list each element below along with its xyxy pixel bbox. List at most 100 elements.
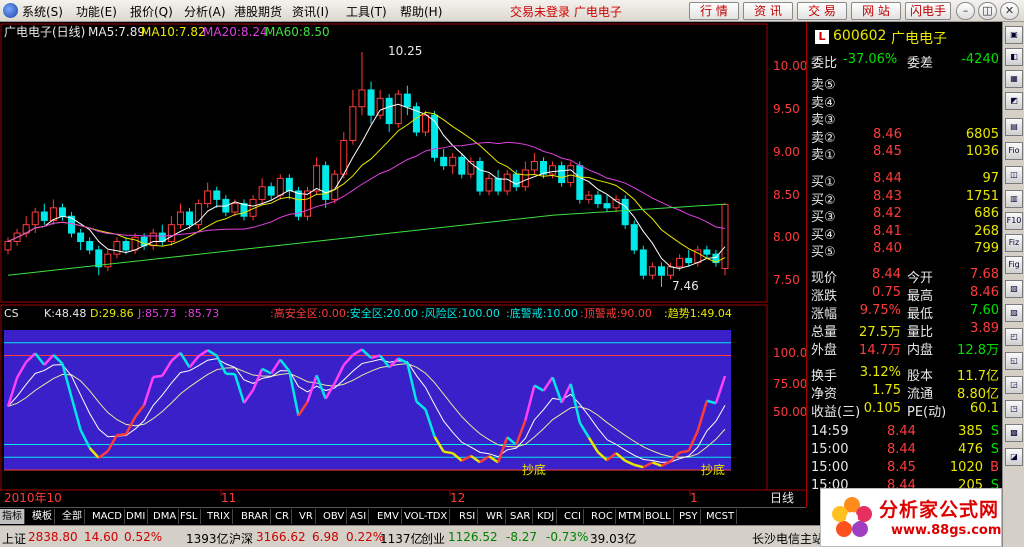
toolbar-button[interactable]: ▤ <box>1005 118 1023 136</box>
candle <box>421 114 429 133</box>
sh-index-value: 2838.80 <box>28 530 78 544</box>
tab-mcst[interactable]: MCST <box>704 509 738 524</box>
buy-volume: 686 <box>974 206 999 221</box>
toolbar-button[interactable]: ▩ <box>1005 424 1023 442</box>
candle <box>385 97 393 125</box>
tab-emv[interactable]: EMV <box>375 509 402 524</box>
toolbar-button[interactable]: ◪ <box>1005 448 1023 466</box>
menu-analysis[interactable]: 分析(A) <box>184 3 226 20</box>
stat-row: 总量 27.5万 量比 3.89 <box>807 321 1003 340</box>
kline-chart[interactable]: 广电电子(日线) MA5:7.89 MA10:7.82 MA20:8.24 MA… <box>0 22 806 507</box>
info-button[interactable]: 资 讯 <box>743 2 793 20</box>
menu-tools[interactable]: 工具(T) <box>346 3 387 20</box>
tab-vol-tdx[interactable]: VOL-TDX <box>402 509 451 524</box>
stat-value: 11.7亿 <box>957 369 999 384</box>
menu-quote[interactable]: 报价(Q) <box>130 3 173 20</box>
tab-sar[interactable]: SAR <box>508 509 534 524</box>
tick-price: 8.44 <box>887 424 916 439</box>
tab-psy[interactable]: PSY <box>677 509 701 524</box>
toolbar-button[interactable]: ▨ <box>1005 304 1023 322</box>
candle <box>122 241 130 251</box>
candle <box>231 203 239 213</box>
x-axis-label: 12 <box>450 491 465 505</box>
stat-row: 净资 1.75 流通 8.80亿 <box>807 383 1003 402</box>
tab-obv[interactable]: OBV <box>321 509 348 524</box>
toolbar-button[interactable]: ◳ <box>1005 400 1023 418</box>
tab-全部[interactable]: 全部 <box>60 509 85 524</box>
toolbar-button[interactable]: ▦ <box>1005 70 1023 88</box>
toolbar-button[interactable]: ◩ <box>1005 92 1023 110</box>
tab-mtm[interactable]: MTM <box>616 509 645 524</box>
tick-price: 8.45 <box>887 460 916 475</box>
candle <box>367 89 375 116</box>
tab-wr[interactable]: WR <box>484 509 506 524</box>
sz-index-change: 6.98 <box>312 530 339 544</box>
flash-trade-button[interactable]: 闪电手 <box>905 2 951 20</box>
ad-url: www.88gs.com <box>891 523 1002 538</box>
chart-area[interactable]: 广电电子(日线) MA5:7.89 MA10:7.82 MA20:8.24 MA… <box>0 22 806 507</box>
cy-index-pct: -0.73% <box>546 530 589 544</box>
buy-price: 8.42 <box>873 206 902 221</box>
cy-index-change: -8.27 <box>506 530 538 544</box>
tab-模板[interactable]: 模板 <box>30 509 55 524</box>
tab-macd[interactable]: MACD <box>90 509 125 524</box>
stat-value: 0.105 <box>863 401 901 416</box>
toolbar-button[interactable]: ◰ <box>1005 328 1023 346</box>
tab-fsl[interactable]: FSL <box>178 509 201 524</box>
toolbar-button[interactable]: ▥ <box>1005 190 1023 208</box>
tab-brar[interactable]: BRAR <box>239 509 272 524</box>
stat-value: 27.5万 <box>859 325 901 340</box>
tab-dmi[interactable]: DMI <box>124 509 149 524</box>
menu-function[interactable]: 功能(E) <box>76 3 117 20</box>
trade-button[interactable]: 交 易 <box>797 2 847 20</box>
toolbar-button[interactable]: ◫ <box>1005 166 1023 184</box>
buy-row: 买② 8.43 1751 <box>807 189 1003 208</box>
close-icon[interactable]: ✕ <box>1000 2 1019 20</box>
candle <box>521 169 529 188</box>
tab-kdj[interactable]: KDJ <box>535 509 558 524</box>
candle <box>176 211 184 226</box>
tab-cr[interactable]: CR <box>273 509 292 524</box>
quote-button[interactable]: 行 情 <box>689 2 739 20</box>
tab-boll[interactable]: BOLL <box>643 509 674 524</box>
candle <box>186 211 194 226</box>
stat-value: 9.75% <box>859 303 901 318</box>
buy-row: 买③ 8.42 686 <box>807 206 1003 225</box>
f-button-fig[interactable]: Fig <box>1005 256 1023 274</box>
stat-label: 流通 <box>907 387 934 402</box>
toolbar-button[interactable]: ◱ <box>1005 352 1023 370</box>
candle <box>458 156 466 175</box>
restore-icon[interactable]: ◫ <box>978 2 997 20</box>
tab-指标[interactable]: 指标 <box>0 509 25 524</box>
sz-index-label: 沪深 <box>229 532 254 546</box>
minimize-icon[interactable]: – <box>956 2 975 20</box>
tab-vr[interactable]: VR <box>297 509 316 524</box>
toolbar-button[interactable]: ▧ <box>1005 280 1023 298</box>
menu-hk-futures[interactable]: 港股期货 <box>234 3 282 20</box>
period-label[interactable]: 日线 <box>770 491 794 505</box>
tab-roc[interactable]: ROC <box>589 509 616 524</box>
menu-system[interactable]: 系统(S) <box>22 3 63 20</box>
tab-cci[interactable]: CCI <box>562 509 584 524</box>
toolbar-button[interactable]: ◲ <box>1005 376 1023 394</box>
f-button-f10[interactable]: F10 <box>1005 212 1023 230</box>
sz-index-amount: 1137亿 <box>380 532 423 546</box>
sell-level-label: 卖① <box>811 148 836 163</box>
tab-asi[interactable]: ASI <box>348 509 370 524</box>
tab-trix[interactable]: TRIX <box>205 509 233 524</box>
f-button-fiz[interactable]: Fiz <box>1005 234 1023 252</box>
tick-row: 15:00 8.44 476 S <box>807 442 1003 460</box>
menu-info[interactable]: 资讯(I) <box>292 3 329 20</box>
tick-volume: 385 <box>958 424 983 439</box>
watermark-logo: 分析家公式网 www.88gs.com <box>820 488 1002 547</box>
tab-dma[interactable]: DMA <box>151 509 180 524</box>
stat-label: 今开 <box>907 271 934 286</box>
stat-value: 0.75 <box>872 285 901 300</box>
tab-rsi[interactable]: RSI <box>457 509 479 524</box>
website-button[interactable]: 网 站 <box>851 2 901 20</box>
toolbar-button[interactable]: ▣ <box>1005 26 1023 44</box>
f-button-fio[interactable]: Fio <box>1005 142 1023 160</box>
menu-help[interactable]: 帮助(H) <box>400 3 442 20</box>
zone-top-alert: :顶警戒:90.00 <box>580 306 652 320</box>
toolbar-button[interactable]: ◧ <box>1005 48 1023 66</box>
